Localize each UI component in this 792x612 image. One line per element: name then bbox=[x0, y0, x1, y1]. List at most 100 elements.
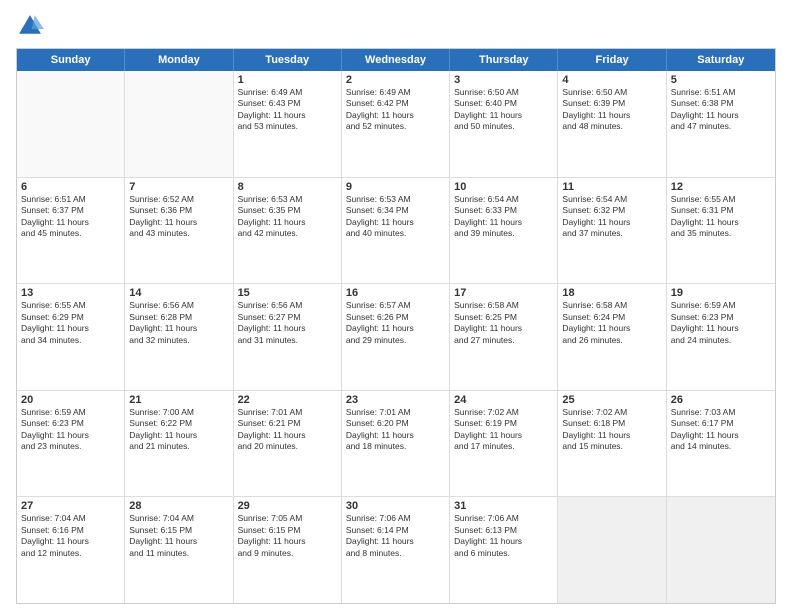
cell-info-line: Sunset: 6:39 PM bbox=[562, 98, 661, 109]
calendar-cell: 4Sunrise: 6:50 AMSunset: 6:39 PMDaylight… bbox=[558, 71, 666, 177]
cell-info-line: Sunset: 6:14 PM bbox=[346, 525, 445, 536]
cell-info-line: Sunset: 6:40 PM bbox=[454, 98, 553, 109]
calendar-cell: 15Sunrise: 6:56 AMSunset: 6:27 PMDayligh… bbox=[234, 284, 342, 390]
calendar-cell: 6Sunrise: 6:51 AMSunset: 6:37 PMDaylight… bbox=[17, 178, 125, 284]
logo-area bbox=[16, 12, 48, 40]
cell-info-line: Daylight: 11 hours bbox=[454, 217, 553, 228]
cell-info-line: Sunset: 6:35 PM bbox=[238, 205, 337, 216]
calendar-header: SundayMondayTuesdayWednesdayThursdayFrid… bbox=[17, 49, 775, 71]
cell-info-line: Sunrise: 6:59 AM bbox=[21, 407, 120, 418]
calendar-cell bbox=[667, 497, 775, 603]
cell-info-line: and 32 minutes. bbox=[129, 335, 228, 346]
day-number: 17 bbox=[454, 287, 553, 299]
day-number: 2 bbox=[346, 74, 445, 86]
cell-info-line: Daylight: 11 hours bbox=[454, 536, 553, 547]
calendar-cell: 22Sunrise: 7:01 AMSunset: 6:21 PMDayligh… bbox=[234, 391, 342, 497]
day-of-week-sunday: Sunday bbox=[17, 49, 125, 71]
cell-info-line: Daylight: 11 hours bbox=[454, 430, 553, 441]
cell-info-line: Sunrise: 6:55 AM bbox=[21, 300, 120, 311]
day-of-week-wednesday: Wednesday bbox=[342, 49, 450, 71]
cell-info-line: Daylight: 11 hours bbox=[238, 323, 337, 334]
cell-info-line: Sunrise: 7:03 AM bbox=[671, 407, 771, 418]
cell-info-line: and 34 minutes. bbox=[21, 335, 120, 346]
cell-info-line: Sunset: 6:19 PM bbox=[454, 418, 553, 429]
page: SundayMondayTuesdayWednesdayThursdayFrid… bbox=[0, 0, 792, 612]
cell-info-line: Sunrise: 7:00 AM bbox=[129, 407, 228, 418]
cell-info-line: Sunset: 6:31 PM bbox=[671, 205, 771, 216]
calendar-cell: 25Sunrise: 7:02 AMSunset: 6:18 PMDayligh… bbox=[558, 391, 666, 497]
day-number: 25 bbox=[562, 394, 661, 406]
calendar-cell: 10Sunrise: 6:54 AMSunset: 6:33 PMDayligh… bbox=[450, 178, 558, 284]
cell-info-line: Sunrise: 6:50 AM bbox=[454, 87, 553, 98]
calendar-cell: 31Sunrise: 7:06 AMSunset: 6:13 PMDayligh… bbox=[450, 497, 558, 603]
cell-info-line: and 8 minutes. bbox=[346, 548, 445, 559]
day-number: 28 bbox=[129, 500, 228, 512]
day-number: 10 bbox=[454, 181, 553, 193]
cell-info-line: and 35 minutes. bbox=[671, 228, 771, 239]
cell-info-line: and 31 minutes. bbox=[238, 335, 337, 346]
cell-info-line: Daylight: 11 hours bbox=[129, 430, 228, 441]
cell-info-line: Sunrise: 7:01 AM bbox=[238, 407, 337, 418]
cell-info-line: Sunrise: 6:57 AM bbox=[346, 300, 445, 311]
cell-info-line: and 12 minutes. bbox=[21, 548, 120, 559]
cell-info-line: Sunrise: 6:50 AM bbox=[562, 87, 661, 98]
day-number: 21 bbox=[129, 394, 228, 406]
cell-info-line: Daylight: 11 hours bbox=[238, 110, 337, 121]
cell-info-line: Sunset: 6:33 PM bbox=[454, 205, 553, 216]
cell-info-line: Sunset: 6:16 PM bbox=[21, 525, 120, 536]
cell-info-line: Daylight: 11 hours bbox=[129, 323, 228, 334]
cell-info-line: and 23 minutes. bbox=[21, 441, 120, 452]
cell-info-line: Sunset: 6:34 PM bbox=[346, 205, 445, 216]
cell-info-line: Sunset: 6:20 PM bbox=[346, 418, 445, 429]
day-of-week-friday: Friday bbox=[558, 49, 666, 71]
cell-info-line: Sunset: 6:43 PM bbox=[238, 98, 337, 109]
cell-info-line: and 21 minutes. bbox=[129, 441, 228, 452]
calendar-cell: 30Sunrise: 7:06 AMSunset: 6:14 PMDayligh… bbox=[342, 497, 450, 603]
calendar: SundayMondayTuesdayWednesdayThursdayFrid… bbox=[16, 48, 776, 604]
cell-info-line: Sunrise: 6:53 AM bbox=[346, 194, 445, 205]
cell-info-line: Sunrise: 7:05 AM bbox=[238, 513, 337, 524]
calendar-row: 13Sunrise: 6:55 AMSunset: 6:29 PMDayligh… bbox=[17, 284, 775, 391]
cell-info-line: and 47 minutes. bbox=[671, 121, 771, 132]
day-of-week-tuesday: Tuesday bbox=[234, 49, 342, 71]
cell-info-line: and 17 minutes. bbox=[454, 441, 553, 452]
day-number: 18 bbox=[562, 287, 661, 299]
cell-info-line: Daylight: 11 hours bbox=[346, 430, 445, 441]
calendar-cell: 27Sunrise: 7:04 AMSunset: 6:16 PMDayligh… bbox=[17, 497, 125, 603]
cell-info-line: Sunrise: 6:58 AM bbox=[454, 300, 553, 311]
cell-info-line: and 45 minutes. bbox=[21, 228, 120, 239]
cell-info-line: Sunrise: 7:06 AM bbox=[454, 513, 553, 524]
cell-info-line: Sunrise: 6:53 AM bbox=[238, 194, 337, 205]
day-number: 29 bbox=[238, 500, 337, 512]
cell-info-line: Sunset: 6:27 PM bbox=[238, 312, 337, 323]
cell-info-line: Sunrise: 7:04 AM bbox=[129, 513, 228, 524]
cell-info-line: and 48 minutes. bbox=[562, 121, 661, 132]
cell-info-line: Sunset: 6:13 PM bbox=[454, 525, 553, 536]
cell-info-line: Sunset: 6:38 PM bbox=[671, 98, 771, 109]
logo-icon bbox=[16, 12, 44, 40]
calendar-body: 1Sunrise: 6:49 AMSunset: 6:43 PMDaylight… bbox=[17, 71, 775, 603]
calendar-cell: 3Sunrise: 6:50 AMSunset: 6:40 PMDaylight… bbox=[450, 71, 558, 177]
day-number: 16 bbox=[346, 287, 445, 299]
cell-info-line: Sunrise: 6:56 AM bbox=[238, 300, 337, 311]
cell-info-line: and 9 minutes. bbox=[238, 548, 337, 559]
cell-info-line: and 24 minutes. bbox=[671, 335, 771, 346]
day-number: 11 bbox=[562, 181, 661, 193]
cell-info-line: Daylight: 11 hours bbox=[671, 323, 771, 334]
calendar-cell: 18Sunrise: 6:58 AMSunset: 6:24 PMDayligh… bbox=[558, 284, 666, 390]
day-of-week-saturday: Saturday bbox=[667, 49, 775, 71]
day-number: 31 bbox=[454, 500, 553, 512]
calendar-cell: 12Sunrise: 6:55 AMSunset: 6:31 PMDayligh… bbox=[667, 178, 775, 284]
calendar-cell: 20Sunrise: 6:59 AMSunset: 6:23 PMDayligh… bbox=[17, 391, 125, 497]
cell-info-line: Daylight: 11 hours bbox=[562, 323, 661, 334]
day-number: 5 bbox=[671, 74, 771, 86]
cell-info-line: and 53 minutes. bbox=[238, 121, 337, 132]
day-number: 9 bbox=[346, 181, 445, 193]
calendar-cell: 17Sunrise: 6:58 AMSunset: 6:25 PMDayligh… bbox=[450, 284, 558, 390]
calendar-cell: 14Sunrise: 6:56 AMSunset: 6:28 PMDayligh… bbox=[125, 284, 233, 390]
cell-info-line: Daylight: 11 hours bbox=[21, 217, 120, 228]
day-number: 30 bbox=[346, 500, 445, 512]
cell-info-line: Daylight: 11 hours bbox=[21, 430, 120, 441]
cell-info-line: and 39 minutes. bbox=[454, 228, 553, 239]
day-number: 7 bbox=[129, 181, 228, 193]
